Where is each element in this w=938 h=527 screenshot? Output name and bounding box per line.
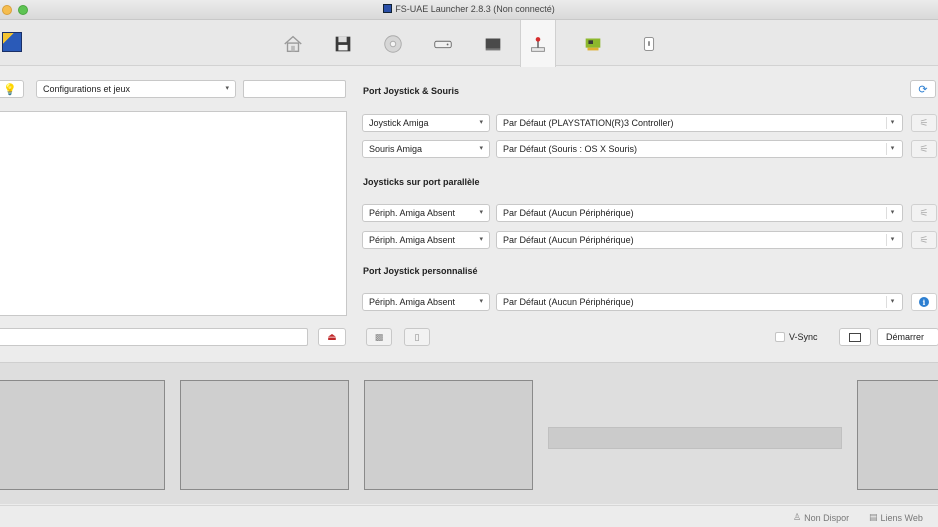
status-bar: ♙ Non Dispor ▤ Liens Web [0,505,938,527]
parallel-1-device-value: Par Défaut (Aucun Périphérique) [503,208,634,218]
vsync-label: V-Sync [789,332,818,342]
window-title: FS-UAE Launcher 2.8.3 (Non connecté) [395,4,555,14]
chevron-down-icon: ▾ [479,145,483,152]
refresh-icon: ⟳ [918,83,928,96]
screenshot-slot-3 [364,380,533,490]
search-input[interactable] [243,80,346,98]
home-icon[interactable] [275,26,311,62]
main-toolbar [0,20,938,67]
lightbulb-icon: 💡 [3,83,17,96]
window-title-wrap: FS-UAE Launcher 2.8.3 (Non connecté) [0,4,938,14]
game-title-bar [548,427,842,449]
vsync-checkbox[interactable] [775,332,785,342]
screenshot-slot-4 [857,380,938,490]
app-icon [383,4,393,13]
port-0-type-select[interactable]: Souris Amiga ▾ [362,140,490,158]
port-1-config-button[interactable]: ⚟ [911,114,937,132]
section-title-ports: Port Joystick & Souris [363,86,460,96]
hardware-icon[interactable] [475,26,511,62]
parallel-1-type-value: Périph. Amiga Absent [369,208,456,218]
chevron-down-icon: ▾ [479,119,483,126]
parallel-2-config-button[interactable]: ⚟ [911,231,937,249]
status-availability-label: Non Dispor [804,512,850,523]
config-list[interactable] [0,111,347,316]
harddrive-icon[interactable] [425,26,461,62]
status-availability[interactable]: ♙ Non Dispor [793,512,849,523]
port-1-device-select[interactable]: Par Défaut (PLAYSTATION(R)3 Controller) … [496,114,903,132]
user-icon: ♙ [793,512,802,522]
info-icon: i [919,297,929,307]
misc-icon[interactable] [631,26,667,62]
status-weblinks-label: Liens Web [880,512,923,523]
custom-device-value: Par Défaut (Aucun Périphérique) [503,297,634,307]
title-bar: FS-UAE Launcher 2.8.3 (Non connecté) [0,0,938,20]
chevron-down-icon: ▾ [225,85,229,92]
screenshot-area [0,362,938,504]
floppy-icon[interactable] [325,26,361,62]
status-weblinks[interactable]: ▤ Liens Web [869,512,923,523]
chevron-down-icon: ▾ [886,234,898,246]
expansion-card-icon[interactable] [575,26,611,62]
eject-icon: ⏏ [327,331,337,343]
refresh-button[interactable]: ⟳ [910,80,936,98]
port-1-type-value: Joystick Amiga [369,118,429,128]
port-1-type-select[interactable]: Joystick Amiga ▾ [362,114,490,132]
parallel-2-device-value: Par Défaut (Aucun Périphérique) [503,235,634,245]
chevron-down-icon: ▾ [479,298,483,305]
port-0-config-button[interactable]: ⚟ [911,140,937,158]
web-icon: ▤ [869,512,878,522]
parallel-2-type-value: Périph. Amiga Absent [369,235,456,245]
chevron-down-icon: ▾ [479,209,483,216]
parallel-2-type-select[interactable]: Périph. Amiga Absent ▾ [362,231,490,249]
chevron-down-icon: ▾ [886,117,898,129]
port-0-device-value: Par Défaut (Souris : OS X Souris) [503,144,638,154]
custom-device-select[interactable]: Par Défaut (Aucun Périphérique) ▾ [496,293,903,311]
vsync-option[interactable]: V-Sync [775,332,818,342]
screenshots-button[interactable]: ▩ [366,328,392,346]
parallel-1-config-button[interactable]: ⚟ [911,204,937,222]
new-config-button[interactable]: 💡 [0,80,24,98]
preview-button[interactable]: ▯ [404,328,430,346]
chevron-down-icon: ▾ [886,296,898,308]
fullscreen-button[interactable] [839,328,871,346]
section-title-parallel: Joysticks sur port parallèle [363,177,480,187]
config-filter-value: Configurations et jeux [43,84,131,94]
gamepad-icon: ⚟ [919,207,929,219]
section-title-custom: Port Joystick personnalisé [363,266,478,276]
port-1-device-value: Par Défaut (PLAYSTATION(R)3 Controller) [503,118,674,128]
parallel-1-device-select[interactable]: Par Défaut (Aucun Périphérique) ▾ [496,204,903,222]
parallel-2-device-select[interactable]: Par Défaut (Aucun Périphérique) ▾ [496,231,903,249]
eject-button[interactable]: ⏏ [318,328,346,346]
custom-type-value: Périph. Amiga Absent [369,297,456,307]
screenshot-slot-2 [180,380,349,490]
fs-uae-logo-icon[interactable] [2,32,22,52]
image-icon: ▩ [374,331,384,342]
cd-icon[interactable] [375,26,411,62]
film-icon: ▯ [414,331,420,342]
config-name-input[interactable] [0,328,308,346]
window-icon [849,332,861,342]
chevron-down-icon: ▾ [886,143,898,155]
gamepad-icon: ⚟ [919,234,929,246]
custom-info-button[interactable]: i [911,293,937,311]
joystick-icon[interactable] [520,20,556,67]
chevron-down-icon: ▾ [479,236,483,243]
port-0-device-select[interactable]: Par Défaut (Souris : OS X Souris) ▾ [496,140,903,158]
gamepad-icon: ⚟ [919,117,929,129]
port-0-type-value: Souris Amiga [369,144,423,154]
chevron-down-icon: ▾ [886,207,898,219]
start-button[interactable]: Démarrer [877,328,938,346]
gamepad-icon: ⚟ [919,143,929,155]
screenshot-slot-1 [0,380,165,490]
custom-type-select[interactable]: Périph. Amiga Absent ▾ [362,293,490,311]
config-filter-select[interactable]: Configurations et jeux ▾ [36,80,236,98]
parallel-1-type-select[interactable]: Périph. Amiga Absent ▾ [362,204,490,222]
